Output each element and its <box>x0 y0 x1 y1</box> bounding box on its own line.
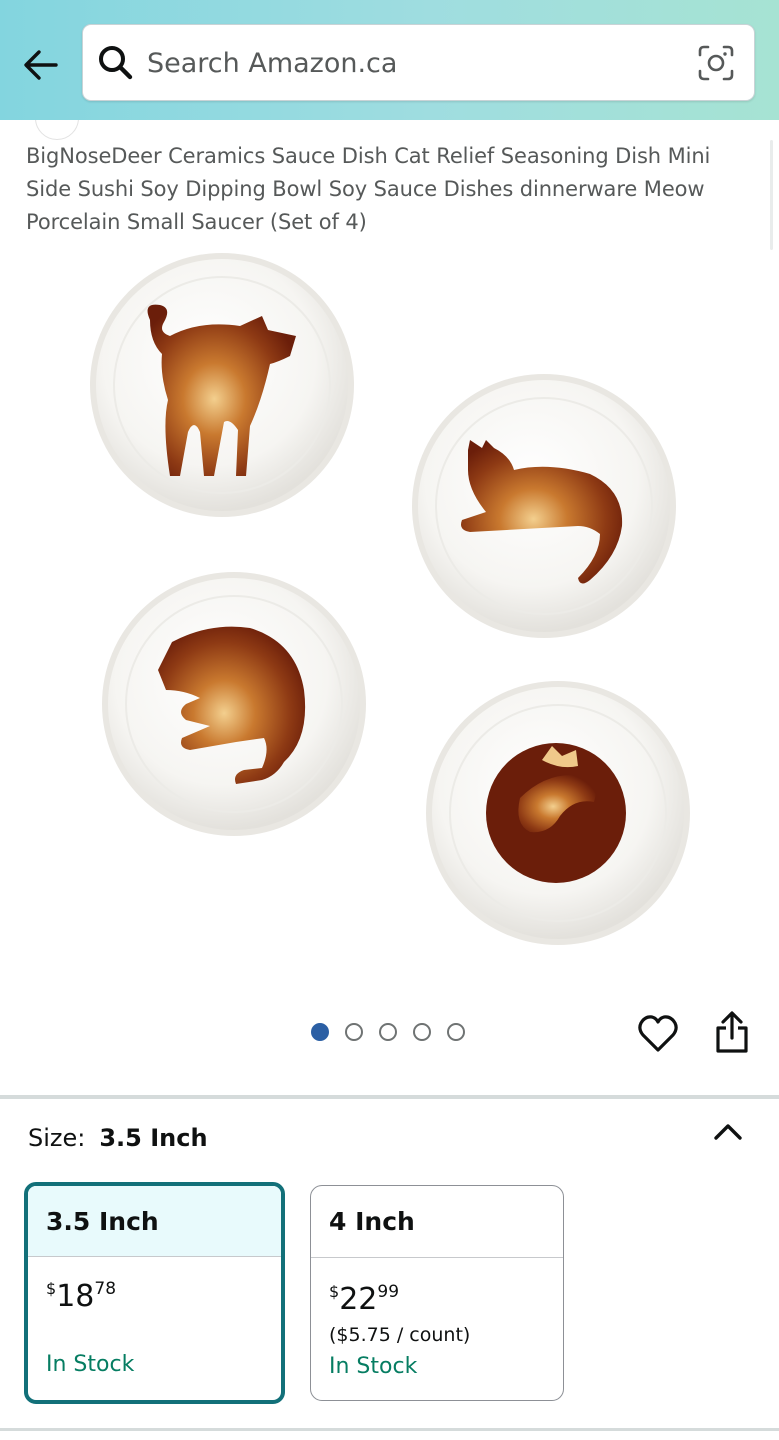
carousel-dot-5[interactable] <box>447 1023 465 1041</box>
size-label: Size: 3.5 Inch <box>28 1124 208 1152</box>
section-divider <box>0 1095 779 1099</box>
selected-size-value: 3.5 Inch <box>99 1124 208 1152</box>
scroll-indicator <box>770 140 773 250</box>
price-fraction: 99 <box>377 1282 400 1302</box>
scrolled-content-edge <box>0 120 779 140</box>
search-icon <box>97 44 135 82</box>
heart-icon <box>638 1015 678 1052</box>
size-option-4-inch[interactable]: 4 Inch $2299 ($5.75 / count) In Stock <box>310 1185 564 1401</box>
stock-status: In Stock <box>46 1352 135 1377</box>
search-input[interactable] <box>147 39 687 87</box>
unit-price: ($5.75 / count) <box>329 1324 471 1346</box>
carousel-dot-4[interactable] <box>413 1023 431 1041</box>
size-label-text: Size: <box>28 1124 86 1152</box>
sauce-dish-4 <box>426 681 690 945</box>
carousel-dot-3[interactable] <box>379 1023 397 1041</box>
top-search-bar <box>0 0 779 120</box>
back-button[interactable] <box>20 44 62 86</box>
chevron-up-icon <box>714 1124 742 1140</box>
search-box[interactable] <box>82 24 755 101</box>
camera-lens-icon[interactable] <box>696 43 736 83</box>
price-currency: $ <box>329 1282 340 1301</box>
carousel-dot-1[interactable] <box>311 1023 329 1041</box>
add-to-wishlist-button[interactable] <box>636 1012 680 1056</box>
sauce-dish-1 <box>90 253 354 517</box>
carousel-dot-2[interactable] <box>345 1023 363 1041</box>
section-divider <box>0 1428 779 1431</box>
stock-status: In Stock <box>329 1354 418 1379</box>
size-option-3-5-inch[interactable]: 3.5 Inch $1878 In Stock <box>24 1182 285 1404</box>
collapse-size-button[interactable] <box>706 1114 750 1150</box>
size-option-price: $2299 <box>329 1282 399 1317</box>
size-option-name: 4 Inch <box>311 1186 563 1258</box>
share-button[interactable] <box>710 1010 754 1056</box>
product-image[interactable] <box>0 250 779 980</box>
share-icon <box>716 1011 748 1053</box>
sauce-dish-3 <box>102 572 366 836</box>
arrow-left-icon <box>24 50 58 80</box>
size-option-price: $1878 <box>46 1279 116 1314</box>
size-option-name: 3.5 Inch <box>28 1186 281 1257</box>
price-whole: 18 <box>56 1279 95 1314</box>
price-fraction: 78 <box>94 1279 117 1299</box>
price-currency: $ <box>46 1279 57 1298</box>
price-whole: 22 <box>339 1282 378 1317</box>
product-title[interactable]: BigNoseDeer Ceramics Sauce Dish Cat Reli… <box>26 140 746 239</box>
sauce-dish-2 <box>412 374 676 638</box>
brand-logo-edge <box>35 120 79 140</box>
image-carousel-pager <box>311 1021 465 1043</box>
